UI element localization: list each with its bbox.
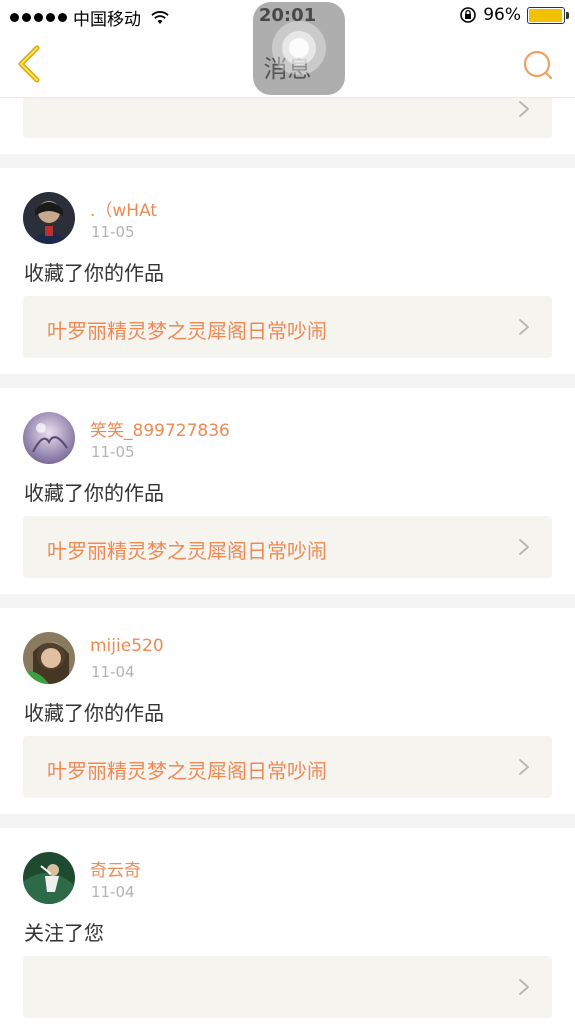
- avatar[interactable]: [23, 412, 75, 464]
- divider: [0, 154, 575, 168]
- divider: [0, 594, 575, 608]
- work-card[interactable]: 叶罗丽精灵梦之灵犀阁日常吵闹: [23, 516, 552, 578]
- timestamp: 11-05: [91, 443, 135, 461]
- avatar[interactable]: [23, 192, 75, 244]
- work-card[interactable]: 叶罗丽精灵梦之灵犀阁日常吵闹: [23, 296, 552, 358]
- battery-icon: [527, 6, 569, 24]
- search-button[interactable]: [521, 48, 555, 82]
- chevron-right-icon: [519, 101, 529, 117]
- chevron-right-icon: [519, 319, 529, 335]
- list-item: 笑笑_899727836 11-05 收藏了你的作品 叶罗丽精灵梦之灵犀阁日常吵…: [0, 388, 575, 594]
- battery-percent: 96%: [483, 5, 521, 25]
- list-item: 奇云奇 11-04 关注了您: [0, 828, 575, 1024]
- divider: [0, 814, 575, 828]
- list-item-partial: [0, 98, 575, 154]
- action-text: 收藏了你的作品: [24, 261, 164, 285]
- chevron-right-icon: [519, 759, 529, 775]
- action-text: 关注了您: [24, 921, 104, 945]
- avatar[interactable]: [23, 852, 75, 904]
- work-title: 叶罗丽精灵梦之灵犀阁日常吵闹: [47, 539, 327, 563]
- username[interactable]: 奇云奇: [90, 856, 141, 881]
- work-title: 叶罗丽精灵梦之灵犀阁日常吵闹: [47, 319, 327, 343]
- username[interactable]: .（wHAt: [90, 196, 157, 221]
- divider: [0, 374, 575, 388]
- search-icon: [523, 50, 553, 80]
- chevron-right-icon: [519, 539, 529, 555]
- timestamp: 11-04: [91, 663, 135, 681]
- avatar[interactable]: [23, 632, 75, 684]
- action-text: 收藏了你的作品: [24, 701, 164, 725]
- work-card[interactable]: [23, 98, 552, 138]
- list-item: mijie520 11-04 收藏了你的作品 叶罗丽精灵梦之灵犀阁日常吵闹: [0, 608, 575, 814]
- status-right: 96%: [459, 5, 569, 25]
- action-text: 收藏了你的作品: [24, 481, 164, 505]
- timestamp: 11-05: [91, 223, 135, 241]
- timestamp: 11-04: [91, 883, 135, 901]
- work-title: 叶罗丽精灵梦之灵犀阁日常吵闹: [47, 759, 327, 783]
- username[interactable]: mijie520: [90, 636, 164, 656]
- battery-fill: [529, 8, 562, 22]
- rotation-lock-icon: [460, 7, 477, 23]
- username[interactable]: 笑笑_899727836: [90, 416, 230, 441]
- list-item: .（wHAt 11-05 收藏了你的作品 叶罗丽精灵梦之灵犀阁日常吵闹: [0, 168, 575, 374]
- assistive-touch-button[interactable]: [253, 2, 345, 95]
- work-card[interactable]: [23, 956, 552, 1018]
- chevron-right-icon: [519, 979, 529, 995]
- message-feed: .（wHAt 11-05 收藏了你的作品 叶罗丽精灵梦之灵犀阁日常吵闹 笑笑_8…: [0, 98, 575, 1024]
- work-card[interactable]: 叶罗丽精灵梦之灵犀阁日常吵闹: [23, 736, 552, 798]
